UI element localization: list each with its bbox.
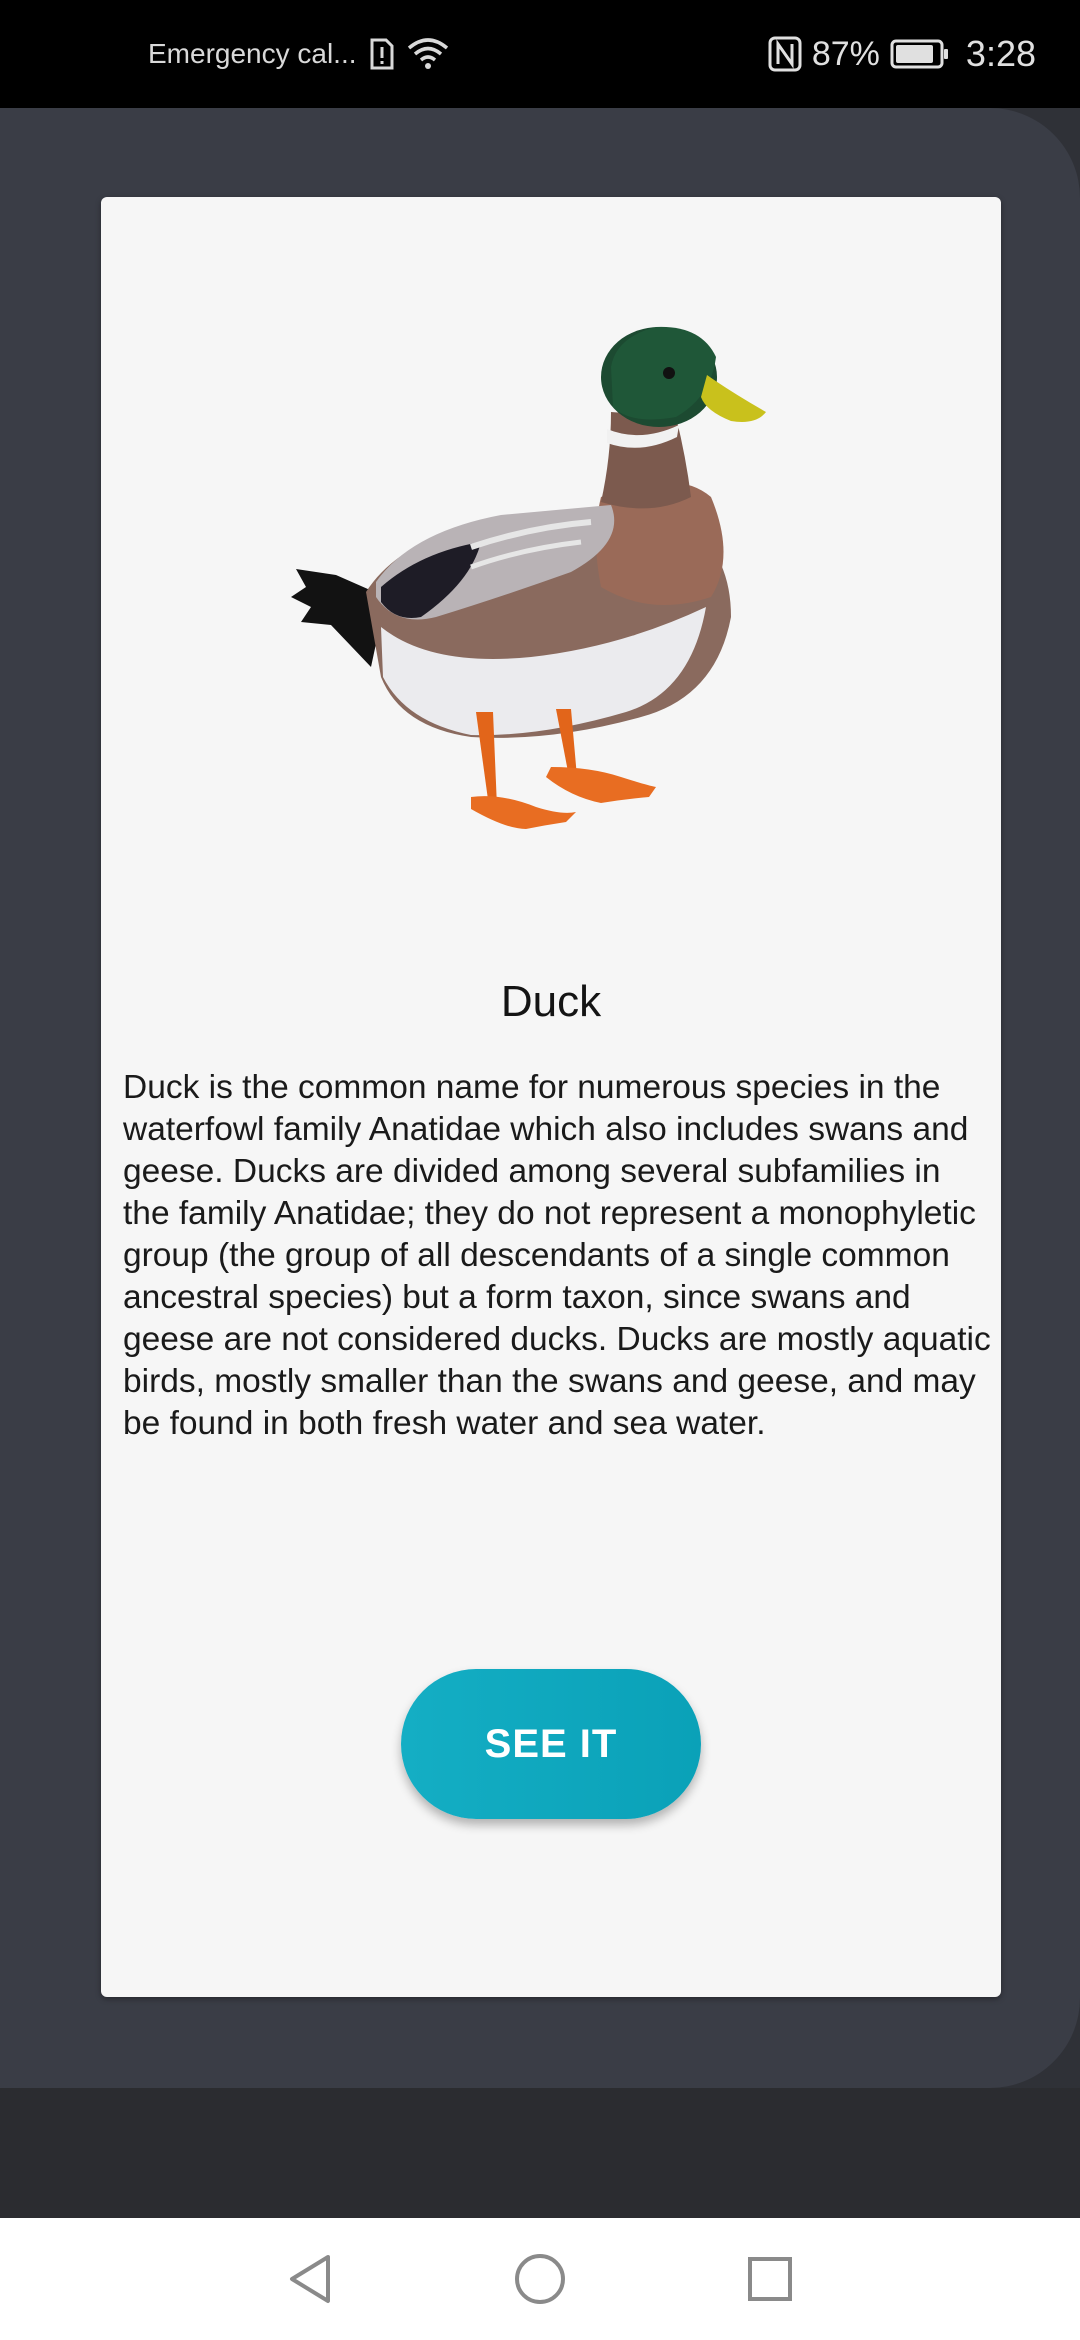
animal-card: Duck Duck is the common name for numerou…: [101, 197, 1001, 1997]
see-it-button[interactable]: SEE IT: [401, 1669, 701, 1819]
battery-percent: 87%: [811, 34, 880, 73]
nfc-icon: [768, 36, 802, 72]
back-icon[interactable]: [275, 2244, 345, 2314]
sim-alert-icon: [369, 38, 395, 70]
status-right: 87% 3:28: [768, 0, 1036, 108]
battery-icon: [890, 39, 950, 69]
carrier-text: Emergency cal...: [148, 38, 357, 69]
app-bottom-strip: [0, 2088, 1080, 2218]
home-icon[interactable]: [505, 2244, 575, 2314]
animal-description: Duck is the common name for numerous spe…: [123, 1069, 991, 1442]
status-bar: Emergency cal... 87% 3:28: [0, 0, 1080, 108]
duck-image: [291, 326, 766, 829]
wifi-icon: [407, 37, 449, 71]
clock: 3:28: [965, 33, 1036, 74]
recents-icon[interactable]: [735, 2244, 805, 2314]
status-left: Emergency cal...: [148, 0, 449, 108]
animal-title: Duck: [500, 977, 602, 1026]
navigation-bar: [0, 2218, 1080, 2340]
